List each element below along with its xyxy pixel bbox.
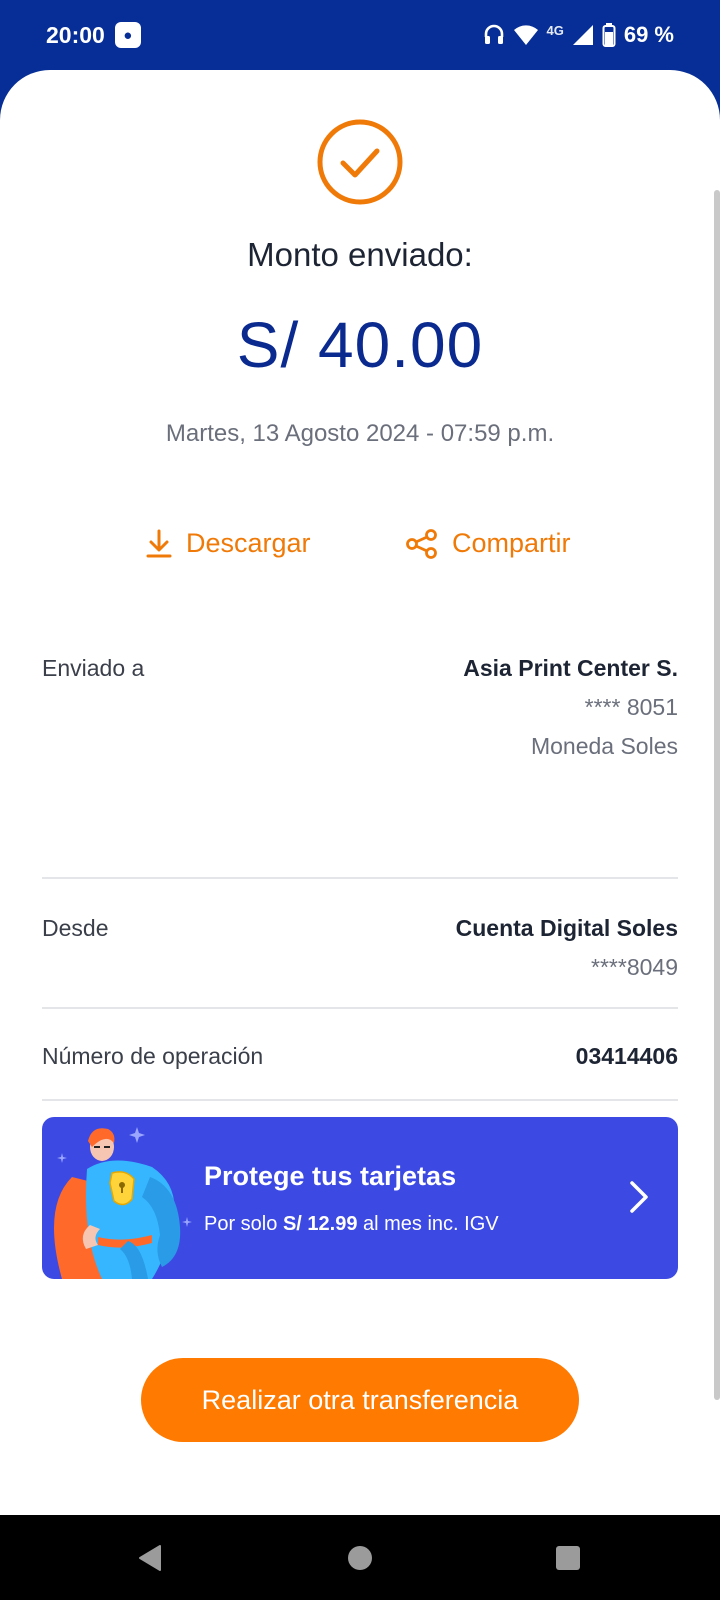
detail-row-sent-to: Enviado a Asia Print Center S. **** 8051… bbox=[42, 655, 678, 879]
battery-percent: 69 % bbox=[623, 22, 674, 47]
nav-back-button[interactable] bbox=[120, 1515, 180, 1600]
back-triangle-icon bbox=[139, 1544, 161, 1571]
nav-recents-button[interactable] bbox=[538, 1515, 598, 1600]
recipient-account: **** 8051 bbox=[584, 694, 678, 720]
status-left: 20:00 ● bbox=[46, 22, 141, 49]
receipt-card: Monto enviado: S/ 40.00 Martes, 13 Agost… bbox=[0, 70, 720, 1515]
sent-to-label: Enviado a bbox=[42, 655, 145, 681]
download-label: Descargar bbox=[186, 528, 311, 558]
share-label: Compartir bbox=[452, 528, 571, 558]
network-type: 4G bbox=[546, 22, 564, 38]
status-right: 4G 69 % bbox=[483, 22, 674, 48]
headset-icon bbox=[484, 24, 503, 44]
success-check-icon bbox=[316, 118, 404, 206]
operation-label: Número de operación bbox=[42, 1043, 264, 1069]
protect-cards-banner[interactable]: Protege tus tarjetas Por solo S/ 12.99 a… bbox=[42, 1117, 678, 1279]
promo-title: Protege tus tarjetas bbox=[204, 1161, 457, 1191]
superhero-illustration bbox=[54, 1127, 192, 1279]
home-circle-icon bbox=[348, 1545, 372, 1570]
detail-row-operation: Número de operación 03414406 bbox=[42, 1009, 678, 1101]
download-button[interactable]: Descargar bbox=[146, 528, 311, 559]
from-values: Cuenta Digital Soles ****8049 bbox=[42, 915, 678, 981]
nav-home-button[interactable] bbox=[330, 1515, 390, 1600]
chevron-right-icon bbox=[630, 1181, 648, 1213]
status-time: 20:00 bbox=[46, 21, 105, 48]
detail-row-from: Desde Cuenta Digital Soles ****8049 bbox=[42, 879, 678, 1009]
source-account-name: Cuenta Digital Soles bbox=[455, 915, 678, 941]
download-icon bbox=[146, 529, 172, 557]
amount-sent: S/ 40.00 bbox=[236, 309, 484, 381]
system-navigation-bar bbox=[0, 1515, 720, 1600]
battery-icon bbox=[602, 23, 616, 47]
wifi-icon bbox=[513, 25, 538, 45]
promo-price: S/ 12.99 bbox=[282, 1213, 358, 1235]
share-button[interactable]: Compartir bbox=[406, 528, 571, 559]
recipient-currency: Moneda Soles bbox=[530, 733, 678, 759]
signal-icon bbox=[572, 25, 593, 45]
transaction-datetime: Martes, 13 Agosto 2024 - 07:59 p.m. bbox=[165, 420, 555, 447]
app-notification-icon: ● bbox=[114, 22, 141, 48]
from-label: Desde bbox=[42, 915, 109, 941]
promo-subtitle: Por solo S/ 12.99 al mes inc. IGV bbox=[204, 1213, 499, 1236]
page-title: Monto enviado: bbox=[247, 236, 473, 273]
status-bar: 20:00 ● 4G 69 % bbox=[0, 0, 720, 70]
new-transfer-button[interactable]: Realizar otra transferencia bbox=[141, 1358, 579, 1442]
promo-sub-prefix: Por solo bbox=[204, 1213, 283, 1235]
source-account-number: ****8049 bbox=[591, 954, 678, 980]
share-icon bbox=[406, 528, 437, 559]
recents-square-icon bbox=[556, 1545, 580, 1570]
promo-sub-suffix: al mes inc. IGV bbox=[357, 1213, 499, 1235]
transfer-details: Enviado a Asia Print Center S. **** 8051… bbox=[42, 655, 678, 1101]
receipt-actions: Descargar Compartir bbox=[0, 522, 720, 572]
